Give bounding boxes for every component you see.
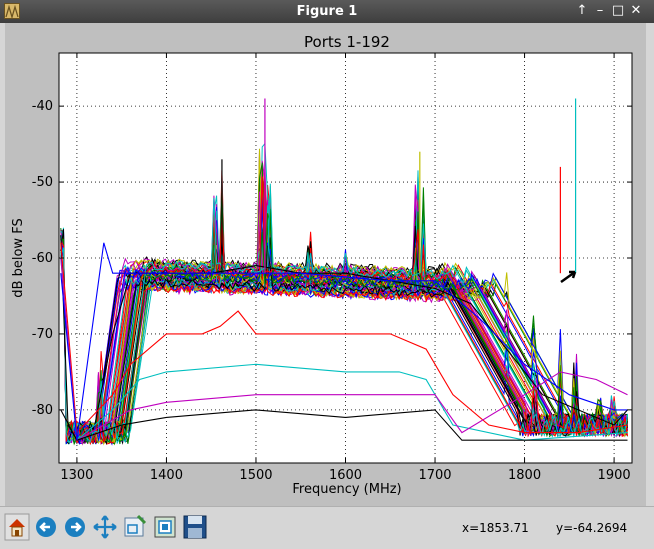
window-title: Figure 1 xyxy=(296,4,358,19)
back-icon[interactable] xyxy=(33,513,59,541)
x-tick-label: 1800 xyxy=(508,468,541,483)
figure-canvas[interactable]: Ports 1-192 1300 1400 1500 1600 1700 1800 1900… xyxy=(5,23,646,506)
y-coordinate-readout: y=-64.2694 xyxy=(556,521,628,535)
y-tick-label: -50 xyxy=(32,175,53,190)
x-tick-label: 1900 xyxy=(598,468,631,483)
y-tick-label: -40 xyxy=(32,99,53,114)
configure-subplots-icon[interactable] xyxy=(152,513,178,541)
up-arrow-icon[interactable]: ↑ xyxy=(574,2,590,20)
y-axis-label: dB below FS xyxy=(11,218,26,297)
x-tick-label: 1500 xyxy=(239,468,272,483)
y-tick-label: -60 xyxy=(32,251,53,266)
window-titlebar: Figure 1 ↑ – □ ✕ xyxy=(0,0,654,23)
x-tick-label: 1600 xyxy=(329,468,362,483)
x-tick-label: 1400 xyxy=(150,468,183,483)
toolbar: x=1853.71 y=-64.2694 xyxy=(0,506,654,549)
home-icon[interactable] xyxy=(4,513,30,541)
close-icon[interactable]: ✕ xyxy=(628,2,644,20)
x-coordinate-readout: x=1853.71 xyxy=(462,521,529,535)
y-tick-label: -80 xyxy=(32,403,53,418)
chart: Ports 1-192 1300 1400 1500 1600 1700 1800 1900… xyxy=(11,33,633,497)
pan-icon[interactable] xyxy=(92,513,118,541)
save-icon[interactable] xyxy=(182,513,208,541)
forward-icon[interactable] xyxy=(62,513,88,541)
maximize-icon[interactable]: □ xyxy=(610,2,626,20)
chart-title: Ports 1-192 xyxy=(304,33,390,51)
x-tick-label: 1700 xyxy=(418,468,451,483)
x-tick-label: 1300 xyxy=(60,468,93,483)
x-axis-label: Frequency (MHz) xyxy=(292,482,401,497)
zoom-icon[interactable] xyxy=(122,513,148,541)
y-tick-label: -70 xyxy=(32,327,53,342)
minimize-icon[interactable]: – xyxy=(592,2,608,20)
